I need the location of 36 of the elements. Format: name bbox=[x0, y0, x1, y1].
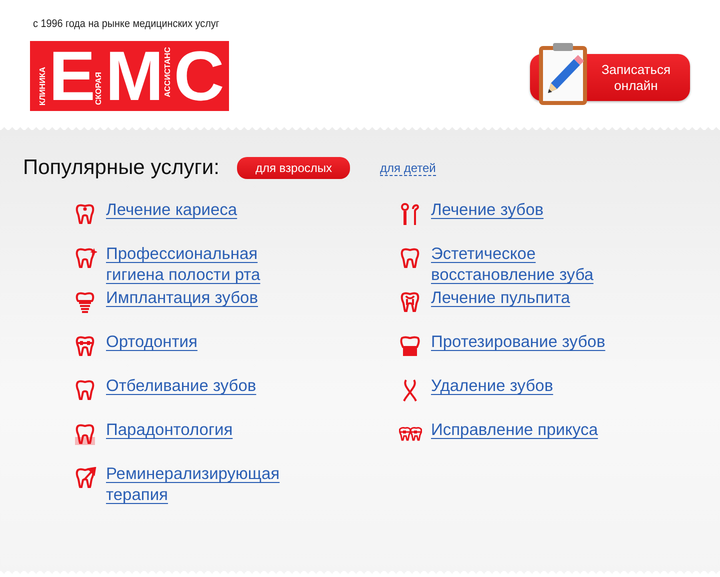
tooth-icon bbox=[74, 335, 97, 358]
tooth-icon bbox=[399, 291, 422, 314]
service-link[interactable]: Эстетическое восстановление зуба bbox=[431, 244, 641, 286]
tooth-icon bbox=[74, 247, 97, 270]
service-link[interactable]: Реминерализирующая терапия bbox=[106, 464, 306, 506]
audience-tab[interactable]: для детей bbox=[380, 160, 436, 176]
logo-caption: СКОРАЯ bbox=[94, 72, 104, 105]
logo-letter: C bbox=[174, 41, 222, 111]
tooth-icon bbox=[74, 379, 97, 402]
tooth-icon bbox=[399, 247, 422, 270]
logo-caption: АССИСТАНС bbox=[162, 47, 172, 98]
service-link[interactable]: Удаление зубов bbox=[431, 376, 554, 397]
logo-caption: КЛИНИКА bbox=[38, 66, 47, 105]
service-link[interactable]: Отбеливание зубов bbox=[106, 376, 256, 397]
logo-letter: E bbox=[48, 41, 92, 111]
service-link[interactable]: Исправление прикуса bbox=[431, 420, 598, 441]
dental-tools-icon bbox=[399, 203, 422, 226]
service-link[interactable]: Лечение кариеса bbox=[106, 200, 238, 221]
audience-tab[interactable]: для взрослых bbox=[237, 157, 350, 179]
crown-icon bbox=[399, 335, 422, 358]
implant-icon bbox=[74, 291, 97, 314]
section-title: Популярные услуги: bbox=[23, 156, 220, 180]
logo[interactable]: КЛИНИКА E СКОРАЯ M АССИСТАНС C bbox=[30, 41, 229, 111]
service-link[interactable]: Парадонтология bbox=[106, 420, 233, 441]
service-link[interactable]: Ортодонтия bbox=[106, 332, 198, 353]
tooth-icon bbox=[74, 467, 97, 490]
service-link[interactable]: Протезирование зубов bbox=[431, 332, 606, 353]
clipboard-pencil-icon bbox=[538, 43, 588, 106]
service-link[interactable]: Профессиональная гигиена полости рта bbox=[106, 244, 306, 286]
service-link[interactable]: Лечение пульпита bbox=[431, 288, 570, 309]
service-link[interactable]: Лечение зубов bbox=[431, 200, 544, 221]
logo-letter: M bbox=[105, 41, 161, 111]
tagline: с 1996 года на рынке медицинских услуг bbox=[33, 18, 220, 30]
tooth-icon bbox=[74, 423, 97, 446]
service-link[interactable]: Имплантация зубов bbox=[106, 288, 258, 309]
tooth-icon bbox=[74, 203, 97, 226]
